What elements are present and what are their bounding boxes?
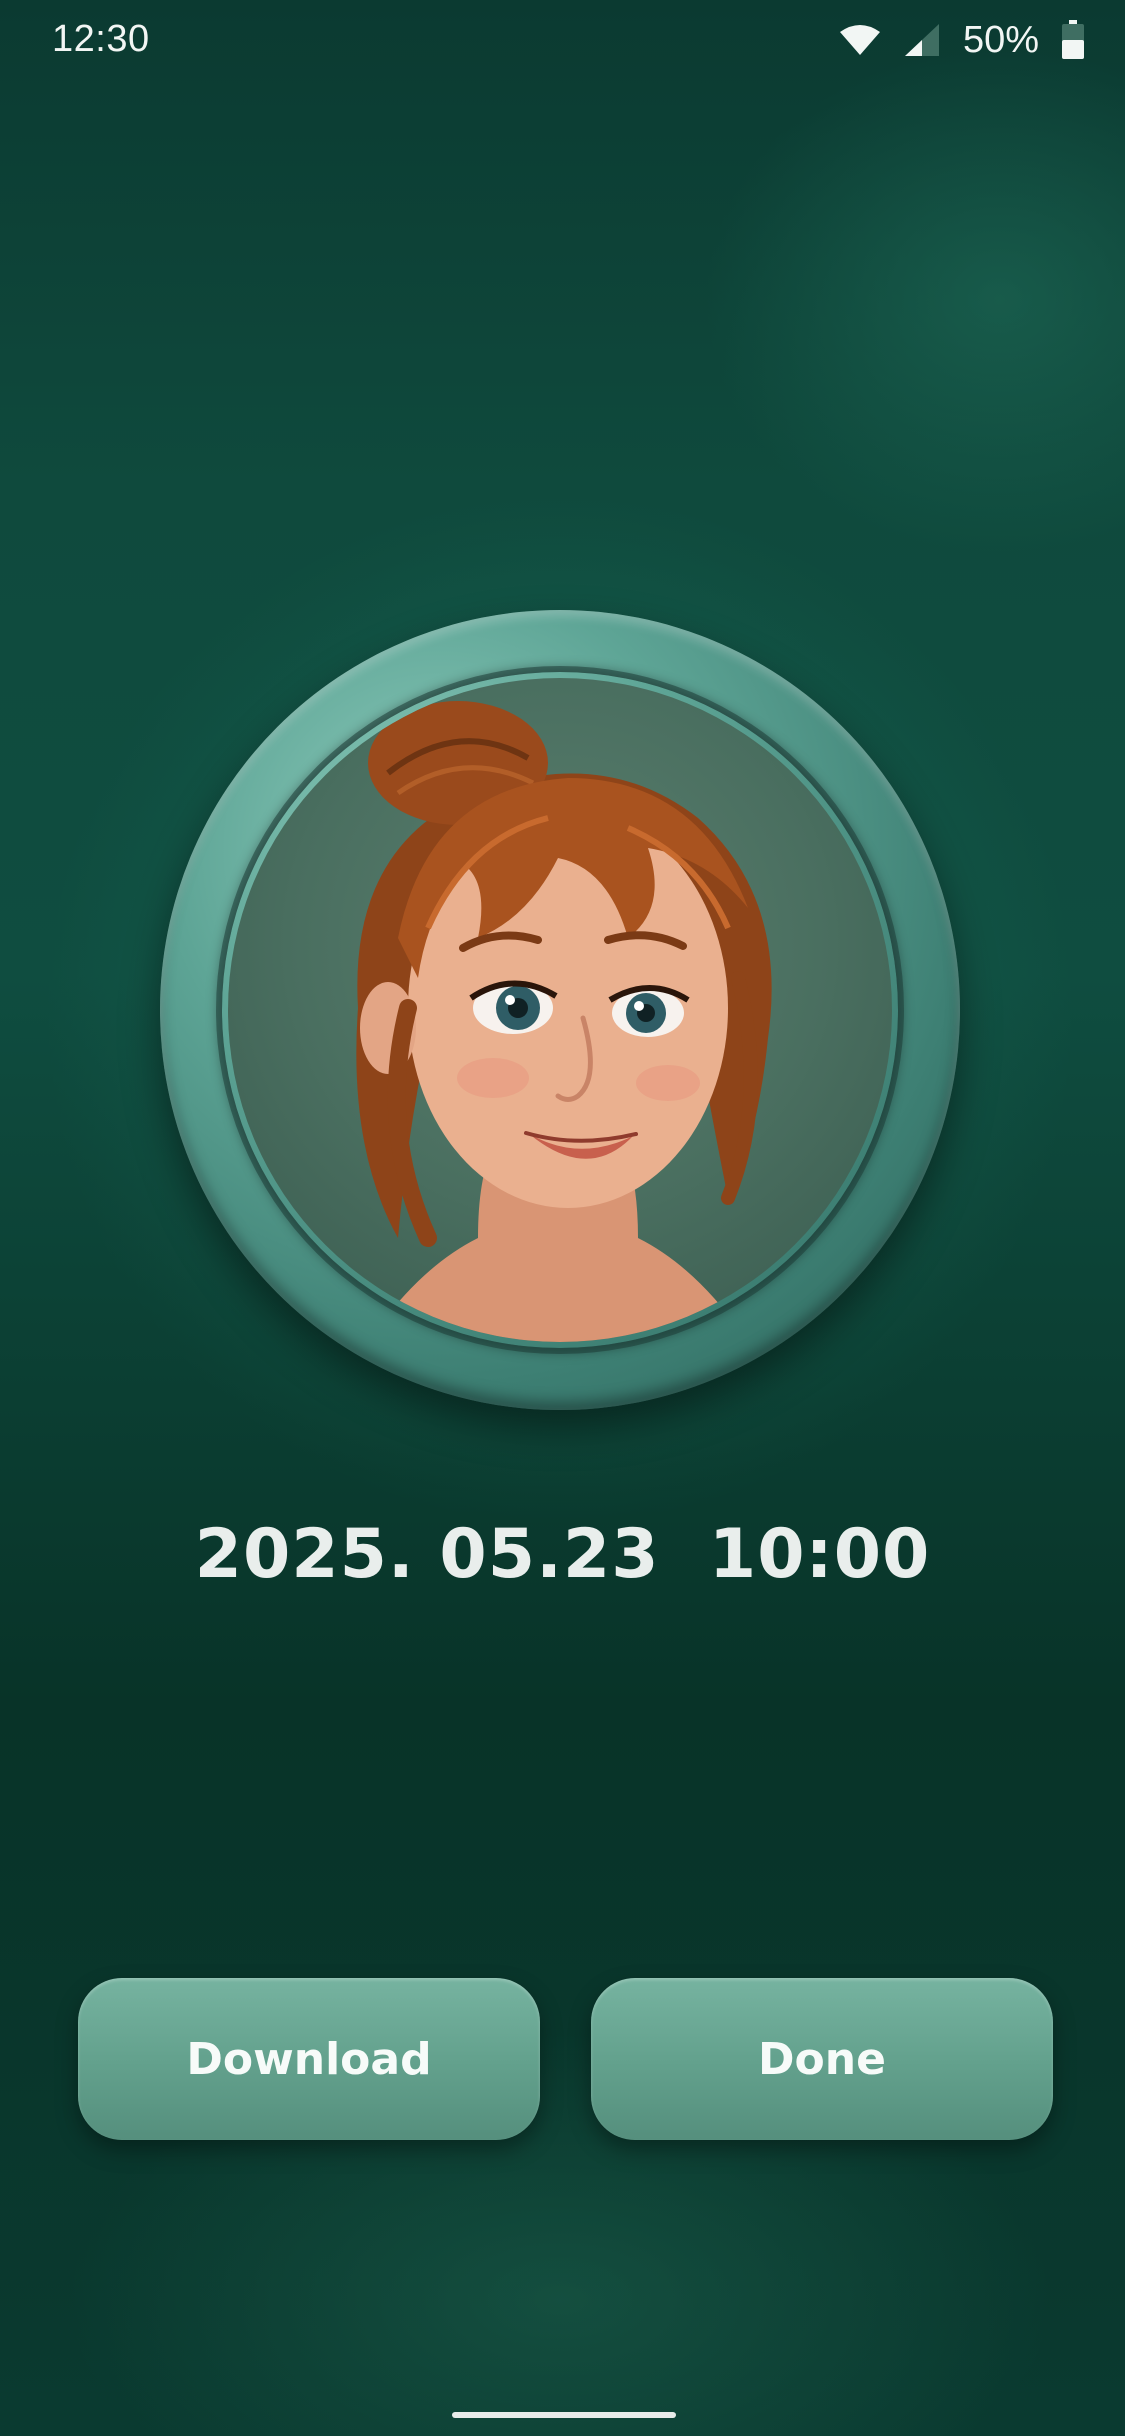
download-button[interactable]: Download: [78, 1978, 540, 2140]
portrait-illustration: [356, 701, 772, 1342]
datetime-label: 2025. 05.23 10:00: [194, 1515, 931, 1594]
done-button[interactable]: Done: [591, 1978, 1053, 2140]
status-icons: 50%: [839, 16, 1085, 64]
avatar-frame: [40, 490, 1080, 1530]
avatar-portrait: [228, 678, 892, 1342]
signal-icon: [903, 23, 941, 57]
battery-percent: 50%: [962, 18, 1039, 61]
wifi-icon: [839, 24, 881, 56]
status-time: 12:30: [52, 18, 150, 60]
status-bar: 12:30 50%: [0, 0, 1125, 84]
battery-icon: [1061, 20, 1085, 60]
home-indicator[interactable]: [452, 2412, 676, 2418]
